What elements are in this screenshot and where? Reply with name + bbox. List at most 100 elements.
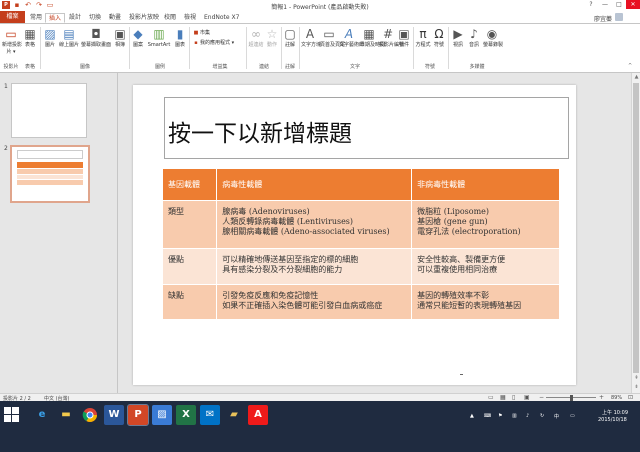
clock-time[interactable]: 上午 10:09 bbox=[602, 409, 628, 416]
text-box-button[interactable]: A 文字方塊 bbox=[301, 27, 321, 48]
speaker-icon: ♪ bbox=[470, 27, 478, 41]
title-placeholder[interactable]: 按一下以新增標題 bbox=[164, 97, 569, 159]
screenshot-button[interactable]: ◘ 螢幕擷取畫面 bbox=[81, 27, 111, 48]
comment-button[interactable]: ▢ 註解 bbox=[283, 27, 297, 48]
photos-icon[interactable]: ▨ bbox=[152, 405, 172, 425]
action-button[interactable]: ☆ 動作 bbox=[265, 27, 279, 48]
header-footer-button[interactable]: ▭ 頁首及頁尾 bbox=[320, 27, 345, 48]
network-icon[interactable]: ▥ bbox=[512, 413, 517, 419]
tab-endnote[interactable]: EndNote X7 bbox=[204, 13, 239, 23]
smartart-button[interactable]: ▥ SmartArt bbox=[147, 27, 171, 48]
thumbnail-number: 2 bbox=[4, 145, 8, 152]
table-cell[interactable]: 缺點 bbox=[163, 283, 218, 319]
audio-button[interactable]: ♪ 音訊 bbox=[467, 27, 481, 48]
table-cell[interactable]: 引發免疫反應和免疫記憶性 如果不正確插入染色體可能引發白血病或癌症 bbox=[216, 283, 413, 319]
slide-thumbnail-2[interactable] bbox=[10, 145, 90, 203]
folder-icon[interactable]: ▰ bbox=[224, 405, 244, 425]
new-slide-icon: ▭ bbox=[5, 27, 17, 41]
slide-thumbnail-1[interactable] bbox=[11, 83, 87, 138]
minimize-button[interactable]: — bbox=[598, 0, 612, 9]
table-button[interactable]: ▦ 表格 bbox=[23, 27, 37, 48]
table-row: 類型 腺病毒 (Adenoviruses) 人類反轉錄病毒載體 (Lentivi… bbox=[163, 199, 560, 248]
tab-design[interactable]: 設計 bbox=[69, 13, 81, 23]
maximize-button[interactable]: □ bbox=[612, 0, 626, 9]
my-apps-button[interactable]: ▪ 我的應用程式 ▾ bbox=[193, 40, 234, 46]
photo-album-button[interactable]: ▣ 相簿 bbox=[113, 27, 127, 48]
powerpoint-icon[interactable]: P bbox=[127, 404, 149, 426]
shapes-button[interactable]: ◆ 圖案 bbox=[131, 27, 145, 48]
object-button[interactable]: ▣ 物件 bbox=[397, 27, 411, 48]
equation-button[interactable]: π 方程式 bbox=[415, 27, 431, 48]
previous-slide-icon[interactable]: ⇞ bbox=[632, 374, 640, 382]
table-icon: ▦ bbox=[24, 27, 36, 41]
collapse-ribbon-icon[interactable]: ^ bbox=[628, 63, 632, 69]
ime-indicator[interactable]: 中 bbox=[554, 413, 559, 420]
chart-button[interactable]: ▮ 圖表 bbox=[173, 27, 187, 48]
symbol-button[interactable]: Ω 符號 bbox=[432, 27, 446, 48]
tab-review[interactable]: 校閱 bbox=[164, 13, 176, 23]
online-pictures-button[interactable]: ▤ 線上圖片 bbox=[59, 27, 79, 48]
close-button[interactable]: ✕ bbox=[626, 0, 640, 9]
vertical-scrollbar[interactable]: ▲ ⇞ ⇟ bbox=[631, 73, 640, 393]
sync-icon[interactable]: ↻ bbox=[540, 413, 544, 419]
help-button[interactable]: ? bbox=[584, 0, 598, 9]
video-button[interactable]: ▶ 視訊 bbox=[451, 27, 465, 48]
word-icon[interactable]: W bbox=[104, 405, 124, 425]
keyboard-icon[interactable]: ⌨ bbox=[484, 413, 491, 419]
slide-canvas[interactable]: 按一下以新增標題 基因載體 病毒性載體 非病毒性載體 類型 腺病毒 (Adeno… bbox=[133, 85, 576, 385]
tab-transitions[interactable]: 切換 bbox=[89, 13, 101, 23]
smartart-icon: ▥ bbox=[153, 27, 165, 41]
chrome-icon[interactable] bbox=[80, 405, 100, 425]
pi-icon: π bbox=[419, 27, 427, 41]
store-button[interactable]: ■ 市集 bbox=[193, 30, 210, 36]
tab-view[interactable]: 檢視 bbox=[184, 13, 196, 23]
outlook-icon[interactable]: ✉ bbox=[200, 405, 220, 425]
new-slide-button[interactable]: ▭ 新增投影 片 ▾ bbox=[2, 27, 22, 55]
user-name[interactable]: 廖宜蓁 bbox=[594, 14, 612, 23]
table-cell[interactable]: 類型 bbox=[163, 199, 218, 248]
hyperlink-button[interactable]: ∞ 超連結 bbox=[248, 27, 264, 48]
group-label-links: 連結 bbox=[258, 64, 269, 70]
ribbon-insert: ▭ 新增投影 片 ▾ ▦ 表格 ▨ 圖片 ▤ 線上圖片 ◘ 螢幕擷取畫面 ▣ 相… bbox=[0, 23, 640, 73]
windows-start-icon[interactable] bbox=[4, 407, 20, 423]
system-tray: ▲ ⌨ ⚑ ▥ ♪ ↻ 中 ▭ 上午 10:09 2015/10/18 bbox=[470, 407, 640, 427]
wordart-button[interactable]: A 文字藝術師 bbox=[339, 27, 364, 48]
volume-icon[interactable]: ♪ bbox=[526, 413, 529, 419]
keyboard-layout-icon[interactable]: ▭ bbox=[570, 413, 575, 419]
gene-vector-table[interactable]: 基因載體 病毒性載體 非病毒性載體 類型 腺病毒 (Adenoviruses) … bbox=[163, 169, 560, 319]
slide-thumbnail-pane: 1 2 bbox=[0, 73, 118, 393]
acrobat-icon[interactable]: A bbox=[248, 405, 268, 425]
table-header-cell[interactable]: 病毒性載體 bbox=[216, 169, 413, 200]
clock-date[interactable]: 2015/10/18 bbox=[598, 417, 627, 423]
pictures-button[interactable]: ▨ 圖片 bbox=[43, 27, 57, 48]
table-cell[interactable]: 可以精確地傳送基因至指定的標的細胞 具有感染分裂及不分裂細胞的能力 bbox=[216, 247, 413, 284]
ie-icon[interactable]: e bbox=[32, 405, 52, 425]
tab-slideshow[interactable]: 投影片放映 bbox=[129, 13, 159, 23]
scroll-up-icon[interactable]: ▲ bbox=[632, 73, 640, 81]
table-header-cell[interactable]: 非病毒性載體 bbox=[411, 169, 560, 200]
tab-animations[interactable]: 動畫 bbox=[109, 13, 121, 23]
tab-file[interactable]: 檔案 bbox=[0, 11, 25, 23]
slide-number-icon: # bbox=[382, 27, 394, 41]
table-cell[interactable]: 微脂粒 (Liposome) 基因槍 (gene gun) 電穿孔法 (elec… bbox=[411, 199, 560, 248]
tab-home[interactable]: 常用 bbox=[30, 13, 42, 23]
table-cell[interactable]: 優點 bbox=[163, 247, 218, 284]
slide-number-button[interactable]: # 投影片編號 bbox=[379, 27, 404, 48]
divider bbox=[129, 27, 130, 69]
link-icon: ∞ bbox=[251, 27, 261, 41]
avatar[interactable] bbox=[615, 13, 623, 21]
next-slide-icon[interactable]: ⇟ bbox=[632, 383, 640, 391]
table-cell[interactable]: 安全性較高、製備更方便 可以重複使用相同治療 bbox=[411, 247, 560, 284]
tab-insert[interactable]: 插入 bbox=[45, 13, 66, 23]
tray-arrow-icon[interactable]: ▲ bbox=[470, 413, 474, 419]
table-cell[interactable]: 腺病毒 (Adenoviruses) 人類反轉錄病毒載體 (Lentivirus… bbox=[216, 199, 413, 248]
excel-icon[interactable]: X bbox=[176, 405, 196, 425]
table-header-cell[interactable]: 基因載體 bbox=[163, 169, 218, 200]
table-cell[interactable]: 基因的轉殖效率不彰 通常只能短暫的表現轉殖基因 bbox=[411, 283, 560, 319]
file-explorer-icon[interactable]: ▬ bbox=[56, 405, 76, 425]
scrollbar-thumb[interactable] bbox=[633, 83, 639, 373]
date-time-button[interactable]: ▦ 日期及時間 bbox=[360, 27, 385, 48]
apps-icon: ▪ bbox=[194, 40, 198, 46]
screen-recording-button[interactable]: ◉ 螢幕錄製 bbox=[483, 27, 503, 48]
flag-icon[interactable]: ⚑ bbox=[498, 413, 502, 419]
